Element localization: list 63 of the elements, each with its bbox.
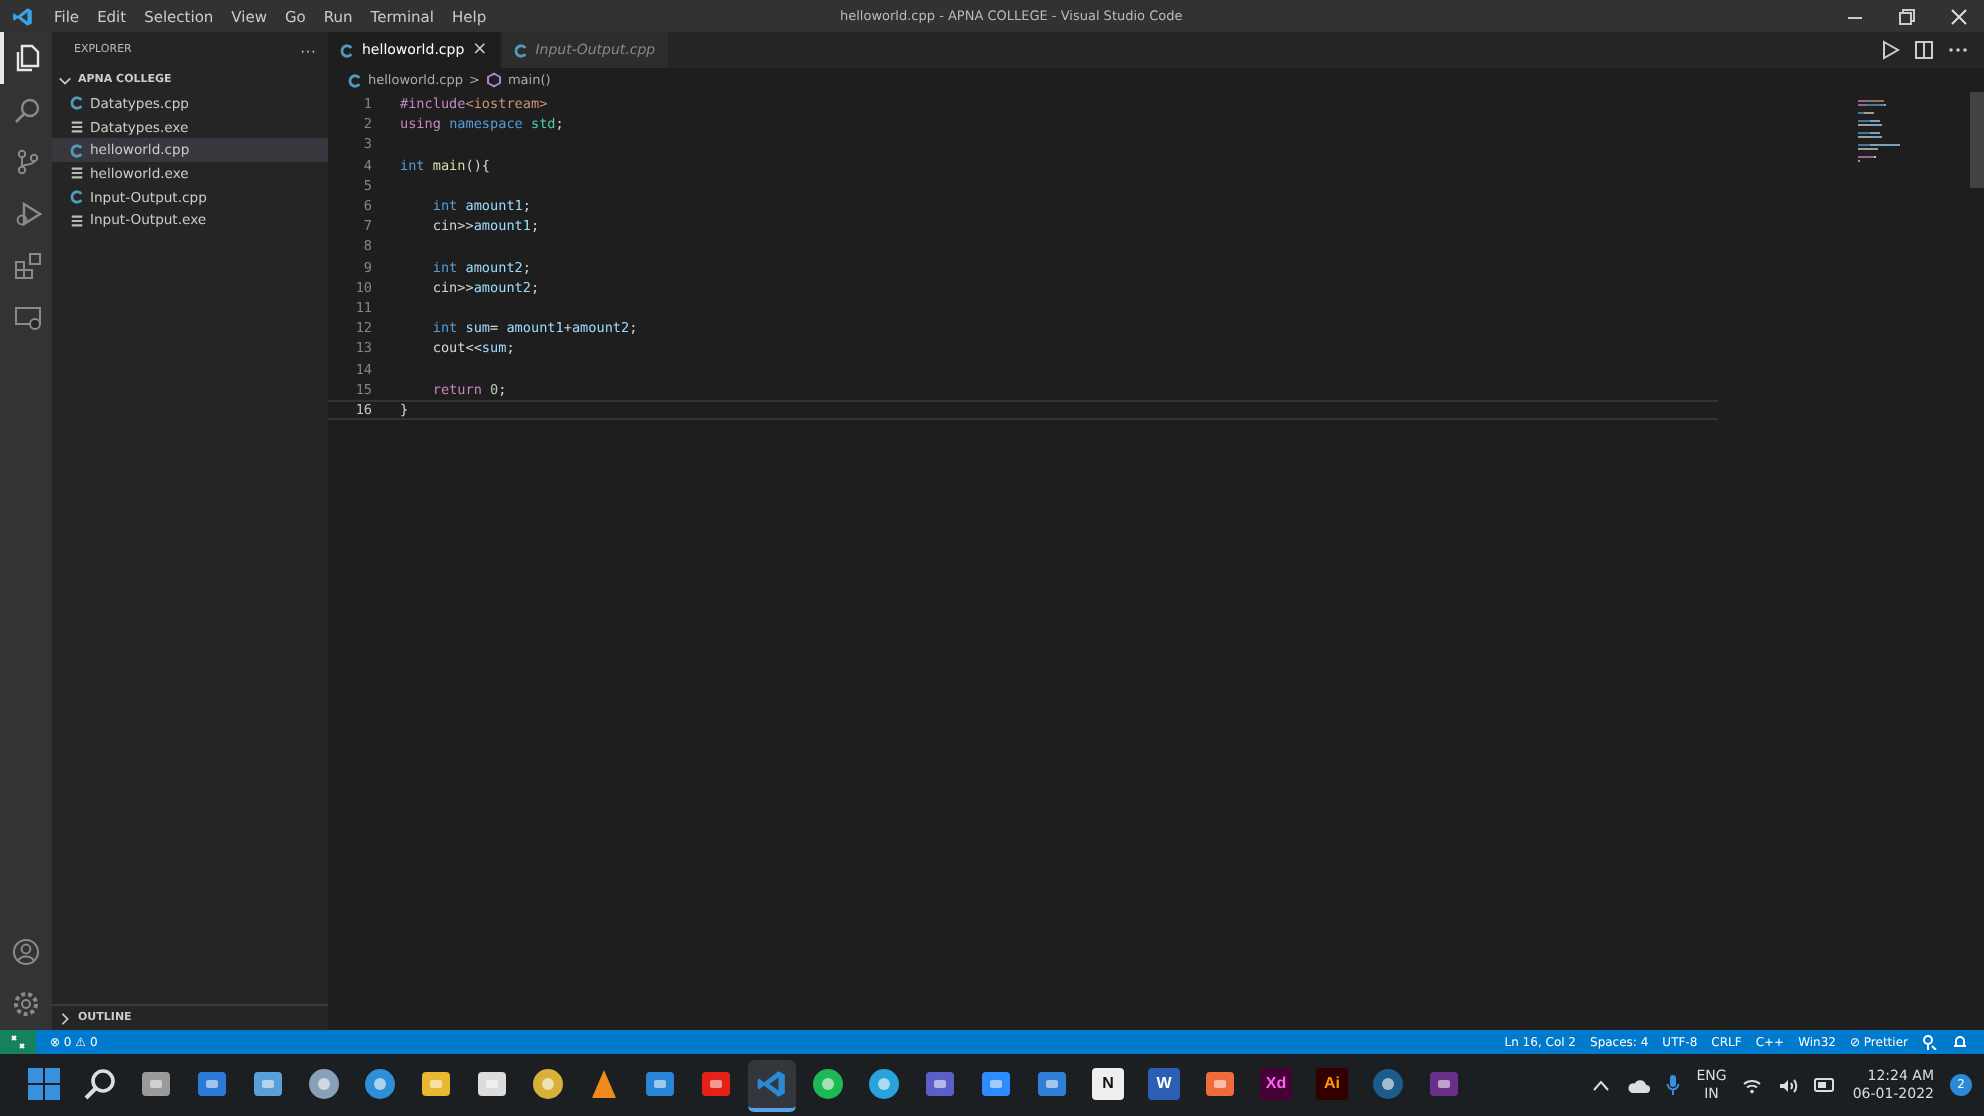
feedback-icon[interactable] <box>1922 1034 1938 1050</box>
cpp-file-icon <box>70 143 84 158</box>
scrollbar[interactable] <box>1970 92 1984 188</box>
speaker-icon[interactable] <box>1778 1077 1799 1093</box>
cpp-file-icon <box>340 43 354 57</box>
function-symbol-icon <box>485 72 502 88</box>
vscode-app-icon[interactable] <box>756 1067 788 1099</box>
app-icon[interactable] <box>588 1067 620 1099</box>
extensions-icon[interactable] <box>14 252 42 280</box>
app-icon[interactable]: Ai <box>1316 1067 1348 1099</box>
close-tab-button[interactable]: × <box>472 40 488 60</box>
cloud-icon[interactable] <box>1626 1077 1651 1093</box>
remote-indicator[interactable] <box>0 1030 36 1054</box>
restore-icon[interactable] <box>1898 7 1916 25</box>
account-icon[interactable] <box>12 938 40 966</box>
app-icon[interactable]: W <box>1148 1067 1180 1099</box>
search-icon[interactable] <box>84 1067 116 1099</box>
chevron-icon <box>58 1011 72 1025</box>
app-icon[interactable] <box>812 1067 844 1099</box>
more-icon[interactable] <box>1948 46 1968 54</box>
app-icon[interactable] <box>476 1067 508 1099</box>
split-editor-icon[interactable] <box>1914 40 1934 60</box>
app-icon[interactable] <box>532 1067 564 1099</box>
vscode-logo-icon <box>12 5 34 27</box>
app-icon[interactable] <box>196 1067 228 1099</box>
app-icon[interactable]: N <box>1092 1067 1124 1099</box>
app-icon[interactable] <box>364 1067 396 1099</box>
more-actions-button[interactable]: ··· <box>300 41 316 59</box>
app-icon[interactable]: Xd <box>1260 1067 1292 1099</box>
app-icon[interactable] <box>1428 1067 1460 1099</box>
app-icon[interactable] <box>1204 1067 1236 1099</box>
cpp-file-icon <box>513 43 528 57</box>
app-icon[interactable] <box>924 1067 956 1099</box>
binary-file-icon <box>70 213 84 228</box>
bell-icon[interactable] <box>1952 1034 1968 1050</box>
windows-start-icon[interactable] <box>28 1067 60 1099</box>
run-debug-icon[interactable] <box>14 200 42 228</box>
chevron-up-icon[interactable] <box>1592 1079 1611 1091</box>
remote-explorer-icon[interactable] <box>14 304 42 332</box>
close-icon[interactable] <box>1950 7 1968 25</box>
files-icon[interactable] <box>14 44 42 72</box>
app-icon[interactable] <box>420 1067 452 1099</box>
cpp-file-icon <box>70 96 84 111</box>
app-icon[interactable] <box>252 1067 284 1099</box>
source-control-icon[interactable] <box>14 148 42 176</box>
microphone-icon[interactable] <box>1666 1074 1681 1096</box>
wifi-icon[interactable] <box>1742 1077 1763 1093</box>
app-icon[interactable] <box>980 1067 1012 1099</box>
app-icon[interactable] <box>140 1067 172 1099</box>
battery-icon[interactable] <box>1814 1078 1837 1092</box>
cpp-file-icon <box>348 73 362 87</box>
binary-file-icon <box>70 166 84 181</box>
chevron-icon <box>58 73 72 87</box>
app-icon[interactable] <box>308 1067 340 1099</box>
app-icon[interactable] <box>1372 1067 1404 1099</box>
run-icon[interactable] <box>1880 40 1900 60</box>
cpp-file-icon <box>70 190 84 205</box>
settings-icon[interactable] <box>12 990 40 1018</box>
app-icon[interactable] <box>644 1067 676 1099</box>
app-icon[interactable] <box>1036 1067 1068 1099</box>
app-icon[interactable] <box>700 1067 732 1099</box>
binary-file-icon <box>70 120 84 135</box>
app-icon[interactable] <box>868 1067 900 1099</box>
